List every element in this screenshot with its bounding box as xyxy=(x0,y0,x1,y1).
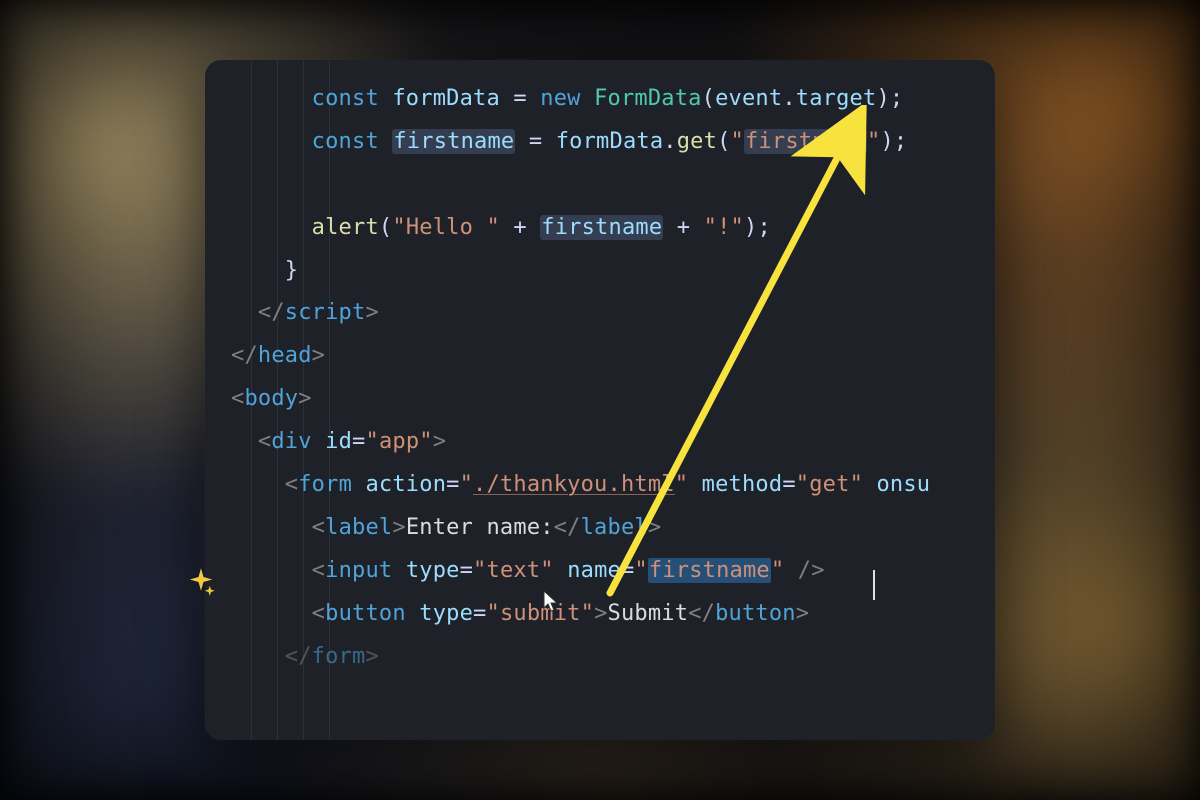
html-tag: script xyxy=(285,300,366,325)
text-content: Submit xyxy=(608,601,689,626)
code-line[interactable]: <input type="text" name="firstname" /> xyxy=(205,550,995,593)
html-tag: body xyxy=(244,386,298,411)
code-line[interactable]: <body> xyxy=(205,378,995,421)
code-line[interactable]: </form> xyxy=(205,636,995,679)
keyword-const: const xyxy=(312,129,379,154)
html-attr: action xyxy=(365,472,446,497)
code-line[interactable]: const firstname = formData.get("firstnam… xyxy=(205,121,995,164)
method-name: get xyxy=(677,129,717,154)
html-tag: div xyxy=(271,429,311,454)
class-name: FormData xyxy=(594,86,702,111)
html-tag: head xyxy=(258,343,312,368)
code-line[interactable]: } xyxy=(205,250,995,293)
string-highlight: firstname xyxy=(744,129,867,154)
html-attr: method xyxy=(702,472,783,497)
code-editor-panel[interactable]: const formData = new FormData(event.targ… xyxy=(205,60,995,740)
code-line[interactable]: alert("Hello " + firstname + "!"); xyxy=(205,207,995,250)
html-tag: button xyxy=(325,601,406,626)
html-attr: id xyxy=(325,429,352,454)
attr-value-link[interactable]: ./thankyou.html xyxy=(473,472,675,497)
text-content: Enter name: xyxy=(406,515,554,540)
function-call: alert xyxy=(312,215,379,240)
code-line[interactable]: </script> xyxy=(205,292,995,335)
variable-highlight: firstname xyxy=(540,215,663,240)
html-tag: form xyxy=(298,472,352,497)
html-attr: name xyxy=(567,558,621,583)
html-attr: type xyxy=(406,558,460,583)
html-attr-truncated: onsu xyxy=(876,472,930,497)
code-line[interactable]: <div id="app"> xyxy=(205,421,995,464)
code-line[interactable]: </head> xyxy=(205,335,995,378)
code-block[interactable]: const formData = new FormData(event.targ… xyxy=(205,60,995,678)
code-line[interactable]: <label>Enter name:</label> xyxy=(205,507,995,550)
string-selection[interactable]: firstname xyxy=(648,558,771,583)
html-tag: label xyxy=(325,515,392,540)
variable-name: formData xyxy=(392,86,500,111)
html-tag: input xyxy=(325,558,392,583)
keyword-const: const xyxy=(312,86,379,111)
code-line[interactable]: <button type="submit">Submit</button> xyxy=(205,593,995,636)
keyword-new: new xyxy=(540,86,580,111)
html-tag: form xyxy=(312,644,366,669)
html-attr: type xyxy=(419,601,473,626)
code-line[interactable]: <form action="./thankyou.html" method="g… xyxy=(205,464,995,507)
variable-highlight: firstname xyxy=(392,129,515,154)
code-line[interactable]: const formData = new FormData(event.targ… xyxy=(205,78,995,121)
code-line-blank[interactable] xyxy=(205,164,995,207)
